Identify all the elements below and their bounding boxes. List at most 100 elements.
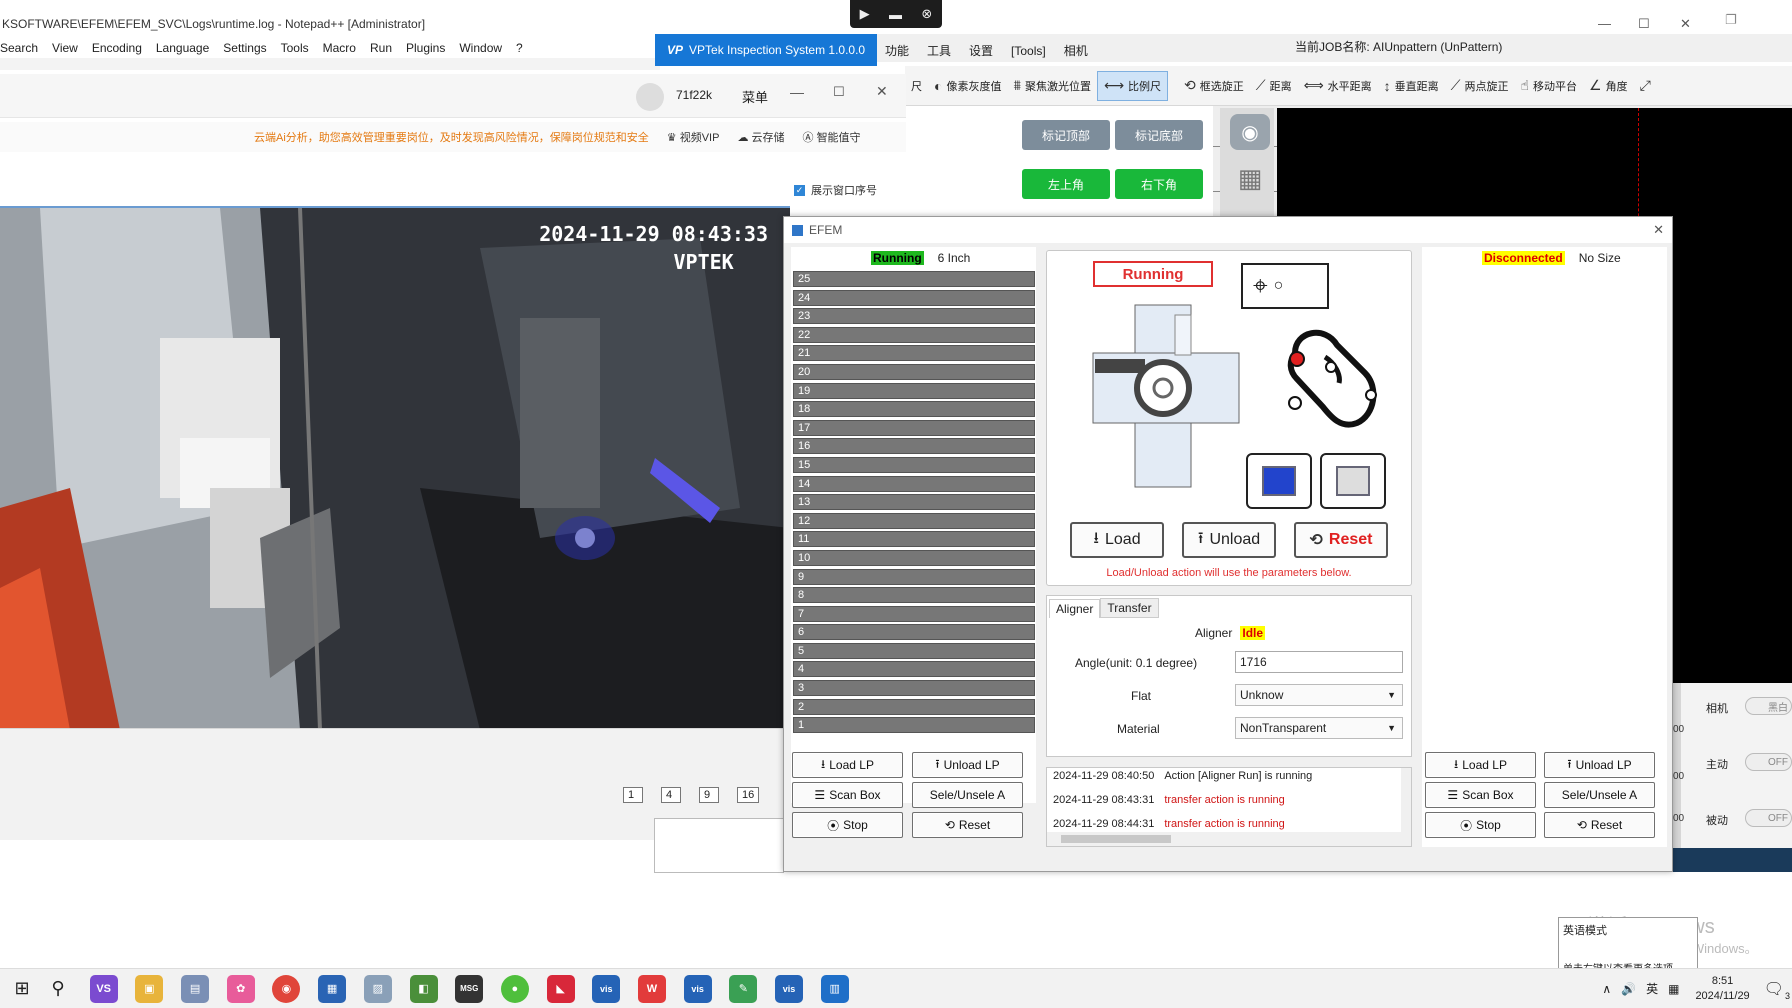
- wafer-slot[interactable]: 24: [793, 289, 1035, 306]
- wafer-slot[interactable]: 14: [793, 475, 1035, 492]
- search-icon[interactable]: ⚲: [44, 978, 72, 999]
- left-scan-box-button[interactable]: ☰ Scan Box: [792, 782, 903, 808]
- tool-move-stage[interactable]: ☝ 移动平台: [1514, 71, 1583, 101]
- top-left-corner-button[interactable]: 左上角: [1022, 169, 1110, 199]
- left-stop-button[interactable]: ⦿ Stop: [792, 812, 903, 838]
- right-sele-button[interactable]: Sele/Unsele A: [1544, 782, 1655, 808]
- camera-bw-toggle[interactable]: 黑白: [1745, 697, 1792, 715]
- video-vip-button[interactable]: ♛ 视频VIP: [667, 129, 720, 145]
- bottom-right-corner-button[interactable]: 右下角: [1115, 169, 1203, 199]
- camera-icon[interactable]: ◉: [1230, 114, 1270, 150]
- vis-app-icon-3[interactable]: vis: [775, 974, 803, 1003]
- app-image-icon[interactable]: ▨: [363, 974, 392, 1003]
- wafer-slot[interactable]: 8: [793, 587, 1035, 604]
- left-unload-lp-button[interactable]: ⭱ Unload LP: [912, 752, 1023, 778]
- tab-aligner[interactable]: Aligner: [1049, 598, 1101, 618]
- close-capture-icon[interactable]: ⊗: [921, 6, 932, 22]
- right-unload-lp-button[interactable]: ⭱ Unload LP: [1544, 752, 1655, 778]
- screen-icon[interactable]: ▬: [889, 7, 902, 22]
- wps-icon[interactable]: W: [637, 974, 666, 1003]
- tool-horizontal-distance[interactable]: ⟺ 水平距离: [1298, 71, 1378, 101]
- camera-video-feed[interactable]: 2024-11-29 08:43:33 VPTEK: [0, 206, 790, 728]
- mark-bottom-button[interactable]: 标记底部: [1115, 120, 1203, 150]
- tool-distance[interactable]: ⟋ 距离: [1250, 71, 1298, 101]
- wafer-slot[interactable]: 12: [793, 512, 1035, 529]
- tool-scale-bar[interactable]: ⟷ 比例尺: [1096, 70, 1169, 101]
- tab-transfer[interactable]: Transfer: [1100, 598, 1159, 618]
- avatar[interactable]: [636, 83, 664, 111]
- show-index-checkbox[interactable]: ✓ 展示窗口序号: [794, 182, 877, 198]
- vptek-menu-tools[interactable]: 工具: [927, 42, 951, 59]
- wafer-slot[interactable]: 4: [793, 661, 1035, 678]
- material-select[interactable]: NonTransparent ▼: [1235, 717, 1403, 739]
- menu-help[interactable]: ?: [516, 41, 523, 55]
- wafer-slot[interactable]: 25: [793, 271, 1035, 287]
- notepadpp-icon[interactable]: ✎: [729, 974, 758, 1003]
- wafer-slot[interactable]: 19: [793, 382, 1035, 399]
- right-load-lp-button[interactable]: ⭳ Load LP: [1425, 752, 1536, 778]
- windows-start-icon[interactable]: ⊞: [0, 978, 44, 999]
- file-explorer-icon[interactable]: ▣: [135, 974, 164, 1003]
- vptek-menu-settings[interactable]: 设置: [969, 42, 993, 59]
- vis-app-icon-2[interactable]: vis: [683, 974, 712, 1003]
- wafer-slot[interactable]: 1: [793, 717, 1035, 734]
- close-icon[interactable]: ✕: [1680, 16, 1691, 32]
- app-red-icon[interactable]: ◣: [546, 974, 575, 1003]
- wafer-slot[interactable]: 6: [793, 624, 1035, 641]
- menu-plugins[interactable]: Plugins: [406, 41, 445, 55]
- menu-language[interactable]: Language: [156, 41, 209, 55]
- mark-top-button[interactable]: 标记顶部: [1022, 120, 1110, 150]
- layout-1-button[interactable]: 1: [623, 787, 643, 803]
- left-load-lp-button[interactable]: ⭳ Load LP: [792, 752, 903, 778]
- cloud-storage-button[interactable]: ☁ 云存储: [737, 129, 784, 145]
- tool-grayscale[interactable]: ◐ 像素灰度值: [928, 71, 1007, 101]
- app-leaf-icon[interactable]: ●: [500, 974, 529, 1003]
- smart-watch-button[interactable]: Ⓐ 智能值守: [803, 129, 861, 145]
- vptek-menu-camera[interactable]: 相机: [1064, 42, 1088, 59]
- tray-chevron-up-icon[interactable]: ∧: [1602, 982, 1611, 996]
- right-scan-box-button[interactable]: ☰ Scan Box: [1425, 782, 1536, 808]
- tool-two-point-rotate[interactable]: ⟋ 两点旋正: [1445, 71, 1515, 101]
- passive-toggle[interactable]: OFF: [1745, 809, 1792, 827]
- tool-box-rotate[interactable]: ⟲ 框选旋正: [1178, 71, 1250, 101]
- tool-ruler[interactable]: 尺: [905, 71, 928, 101]
- wafer-slot[interactable]: 16: [793, 438, 1035, 455]
- play-icon[interactable]: ▶: [860, 6, 870, 22]
- tool-laser-focus[interactable]: ⩩ 聚焦激光位置: [1007, 71, 1096, 101]
- visual-studio-icon[interactable]: VS: [89, 974, 118, 1003]
- left-sele-button[interactable]: Sele/Unsele A: [912, 782, 1023, 808]
- tool-expand[interactable]: ⤢: [1634, 71, 1661, 101]
- log-scroll-thumb[interactable]: [1061, 835, 1171, 843]
- restore-icon[interactable]: ❐: [1725, 12, 1737, 28]
- log-vertical-scrollbar[interactable]: [1401, 768, 1411, 832]
- left-reset-button[interactable]: ⟲ Reset: [912, 812, 1023, 838]
- wafer-slot[interactable]: 23: [793, 308, 1035, 325]
- grid-icon[interactable]: ▦: [1230, 160, 1270, 196]
- layout-4-button[interactable]: 4: [661, 787, 681, 803]
- chrome-icon[interactable]: ◉: [272, 974, 301, 1003]
- app-monitor-icon[interactable]: ▦: [318, 974, 347, 1003]
- wafer-slot[interactable]: 17: [793, 419, 1035, 436]
- ime-grid-icon[interactable]: ▦: [1668, 982, 1679, 996]
- robot-load-button[interactable]: ⭳ Load: [1070, 522, 1164, 558]
- tool-vertical-distance[interactable]: ↕ 垂直距离: [1378, 71, 1445, 101]
- menu-macro[interactable]: Macro: [323, 41, 356, 55]
- active-toggle[interactable]: OFF: [1745, 753, 1792, 771]
- ai-tip-text[interactable]: 云端Ai分析，助您高效管理重要岗位，及时发现高风险情况，保障岗位规范和安全: [254, 129, 649, 145]
- wafer-slot[interactable]: 18: [793, 401, 1035, 418]
- maximize-icon[interactable]: ☐: [833, 84, 845, 100]
- app-notebook-icon[interactable]: ▤: [181, 974, 210, 1003]
- tool-angle[interactable]: ∠ 角度: [1583, 71, 1634, 101]
- close-icon[interactable]: ✕: [876, 83, 888, 100]
- menu-encoding[interactable]: Encoding: [92, 41, 142, 55]
- menu-view[interactable]: View: [52, 41, 78, 55]
- app-bracket-icon[interactable]: ◧: [409, 974, 438, 1003]
- efem-app-taskbar-icon[interactable]: ▥: [820, 974, 849, 1003]
- wafer-slot[interactable]: 11: [793, 531, 1035, 548]
- menu-tools[interactable]: Tools: [281, 41, 309, 55]
- msg-app-icon[interactable]: MSG: [455, 974, 484, 1003]
- wafer-slot[interactable]: 5: [793, 642, 1035, 659]
- ime-indicator[interactable]: 英: [1646, 980, 1658, 997]
- menu-search[interactable]: Search: [0, 41, 38, 55]
- wafer-slot[interactable]: 7: [793, 605, 1035, 622]
